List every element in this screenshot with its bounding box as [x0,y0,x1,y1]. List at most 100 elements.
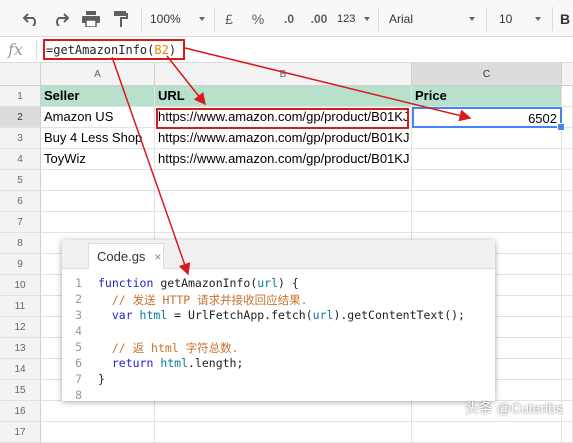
cell-d14[interactable] [562,359,573,380]
row-header-8[interactable]: 8 [0,233,41,254]
row-header-13[interactable]: 13 [0,338,41,359]
row-header-16[interactable]: 16 [0,401,41,422]
row-header-10[interactable]: 10 [0,275,41,296]
percent-format-button[interactable]: % [249,8,267,30]
cell-d4[interactable] [562,149,573,170]
font-size-value: 10 [499,12,513,26]
font-family-select[interactable]: Arial [389,8,475,30]
cell-a3[interactable]: Buy 4 Less Shop [41,128,155,149]
bold-button[interactable]: B [560,8,573,30]
cell-d5[interactable] [562,170,573,191]
cell-a1[interactable]: Seller [41,86,155,107]
chevron-down-icon [199,17,205,21]
cell-d6[interactable] [562,191,573,212]
line-number: 8 [75,388,82,402]
code-line: 3 var html = UrlFetchApp.fetch(url).getC… [62,308,495,324]
column-header-b[interactable]: B [155,63,412,86]
cell-a6[interactable] [41,191,155,212]
code-line: 5 // 返 html 字符总数. [62,340,495,356]
cell-b3[interactable]: https://www.amazon.com/gp/product/B01KJ [155,128,412,149]
code-line: 8 [62,388,495,404]
cell-c17[interactable] [412,422,562,443]
cell-d3[interactable] [562,128,573,149]
cell-a2[interactable]: Amazon US [41,107,155,128]
fx-label: fx [8,40,23,59]
cell-c6[interactable] [412,191,562,212]
row-header-1[interactable]: 1 [0,86,41,107]
formula-input[interactable]: =getAmazonInfo(B2) [46,43,176,57]
cell-a17[interactable] [41,422,155,443]
cell-c4[interactable] [412,149,562,170]
cell-b1[interactable]: URL [155,86,412,107]
undo-icon[interactable] [20,8,42,30]
close-icon[interactable]: × [154,250,161,264]
code-token: ).getContentText(); [333,308,465,322]
column-header-c[interactable]: C [412,63,562,86]
cell-a5[interactable] [41,170,155,191]
cell-c2[interactable]: 6502 [412,107,562,128]
tab-code-gs[interactable]: Code.gs × [88,243,164,269]
line-number: 6 [75,356,82,370]
row-header-9[interactable]: 9 [0,254,41,275]
cell-d1[interactable] [562,86,573,107]
row-header-4[interactable]: 4 [0,149,41,170]
increase-decimals-button[interactable]: .00 [306,8,332,30]
cell-b17[interactable] [155,422,412,443]
editor-tab-bar: Code.gs × [62,240,495,269]
cell-c7[interactable] [412,212,562,233]
cell-d8[interactable] [562,233,573,254]
formula-bar: fx =getAmazonInfo(B2) [0,37,573,63]
cell-d13[interactable] [562,338,573,359]
row-header-6[interactable]: 6 [0,191,41,212]
cell-d9[interactable] [562,254,573,275]
cell-c3[interactable] [412,128,562,149]
cell-d16[interactable] [562,401,573,422]
cell-b16[interactable] [155,401,412,422]
zoom-select[interactable]: 100% [150,8,205,30]
cell-d15[interactable] [562,380,573,401]
cell-b2[interactable]: https://www.amazon.com/gp/product/B01KJ [155,107,412,128]
row-header-12[interactable]: 12 [0,317,41,338]
cell-a7[interactable] [41,212,155,233]
column-header-a[interactable]: A [41,63,155,86]
row-header-14[interactable]: 14 [0,359,41,380]
toolbar-divider [486,7,487,31]
decrease-decimals-button[interactable]: .0 [278,8,300,30]
cell-b4[interactable]: https://www.amazon.com/gp/product/B01KJ [155,149,412,170]
cell-d17[interactable] [562,422,573,443]
line-number: 5 [75,340,82,354]
cell-b6[interactable] [155,191,412,212]
font-size-select[interactable]: 10 [499,8,541,30]
fill-handle[interactable] [557,123,565,131]
cell-c1[interactable]: Price [412,86,562,107]
code-token: html [153,356,189,370]
row-header-15[interactable]: 15 [0,380,41,401]
more-formats-select[interactable]: 123 [337,8,370,30]
print-icon[interactable] [80,8,102,30]
paint-format-icon[interactable] [110,8,132,30]
code-area[interactable]: 1 function getAmazonInfo(url) { 2 // 发送 H… [62,276,495,404]
column-header-d[interactable] [562,63,573,86]
cell-d11[interactable] [562,296,573,317]
chevron-down-icon [469,17,475,21]
code-line: 7} [62,372,495,388]
cell-b5[interactable] [155,170,412,191]
row-header-3[interactable]: 3 [0,128,41,149]
cell-a4[interactable]: ToyWiz [41,149,155,170]
code-token: function [98,276,154,290]
redo-icon[interactable] [50,8,72,30]
row-header-5[interactable]: 5 [0,170,41,191]
cell-d7[interactable] [562,212,573,233]
cell-c5[interactable] [412,170,562,191]
cell-b7[interactable] [155,212,412,233]
select-all-corner[interactable] [0,63,41,86]
cell-d10[interactable] [562,275,573,296]
row-header-2[interactable]: 2 [0,107,41,128]
code-line: 4 [62,324,495,340]
row-header-7[interactable]: 7 [0,212,41,233]
row-header-17[interactable]: 17 [0,422,41,443]
currency-format-button[interactable]: £ [220,8,238,30]
cell-d12[interactable] [562,317,573,338]
row-header-11[interactable]: 11 [0,296,41,317]
cell-a16[interactable] [41,401,155,422]
